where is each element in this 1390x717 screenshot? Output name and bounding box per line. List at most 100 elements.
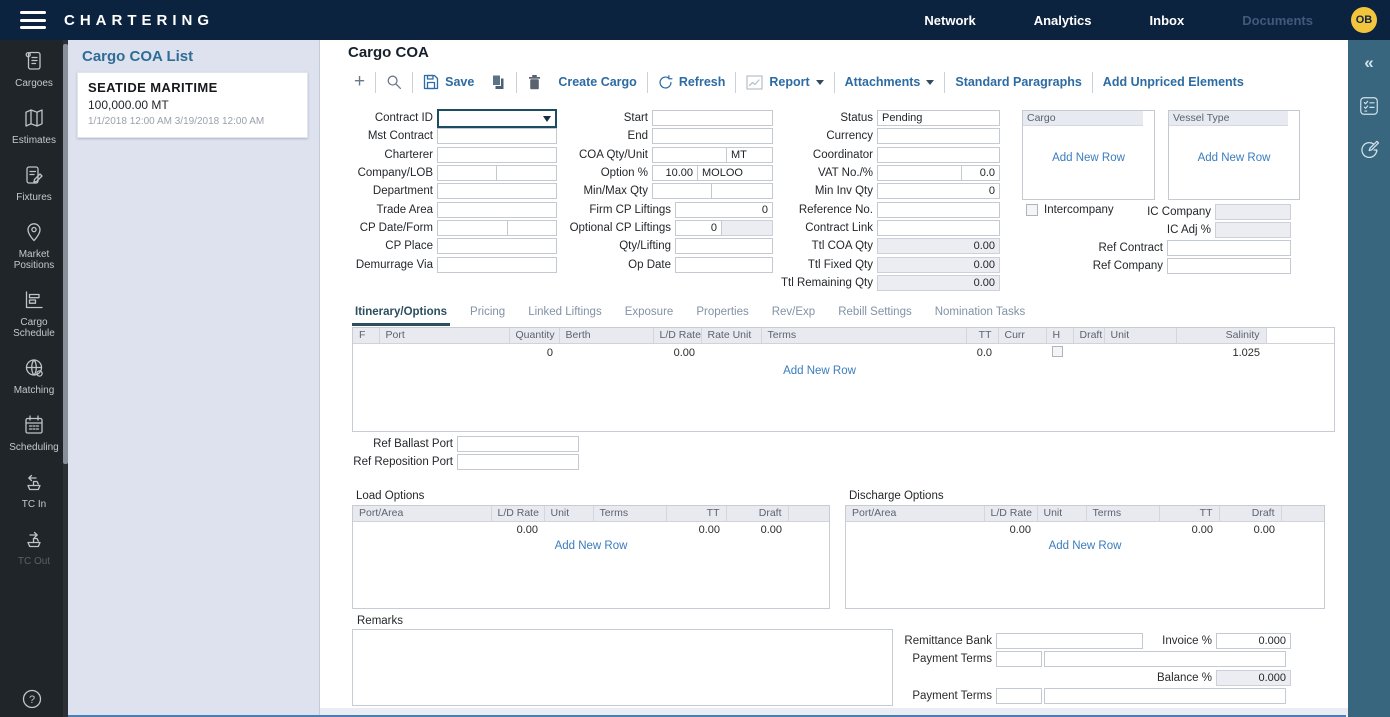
itinerary-h-checkbox[interactable] [1052,346,1063,357]
attachments-button[interactable]: Attachments [837,75,943,89]
demurrage-via-field[interactable] [437,257,557,273]
charterer-field[interactable] [437,147,557,163]
matching-globe-icon [22,356,46,380]
mst-contract-field[interactable] [437,128,557,144]
collapse-panel-icon[interactable]: « [1356,50,1382,76]
nav-inbox[interactable]: Inbox [1150,13,1185,28]
nav-network[interactable]: Network [924,13,975,28]
search-button[interactable] [378,74,410,90]
add-unpriced-elements-button[interactable]: Add Unpriced Elements [1095,75,1252,89]
ic-adj-pct-field [1215,222,1291,238]
tab-linked-liftings[interactable]: Linked Liftings [525,304,605,326]
sidebar-item-cargo-schedule[interactable]: Cargo Schedule [0,279,68,347]
help-icon[interactable]: ? [0,687,63,711]
remittance-bank-field[interactable] [996,633,1143,649]
add-button[interactable]: + [346,73,373,91]
qty-lifting-field[interactable] [675,238,773,254]
status-field[interactable] [877,110,1000,126]
ref-company-field[interactable] [1167,258,1291,274]
tab-nomination-tasks[interactable]: Nomination Tasks [932,304,1029,326]
tab-pricing[interactable]: Pricing [467,304,508,326]
vat-no-field[interactable] [877,165,962,181]
tab-itinerary-options[interactable]: Itinerary/Options [352,304,450,326]
payment-terms-2-desc-field[interactable] [1044,688,1286,704]
payment-terms-1-desc-field[interactable] [1044,651,1286,667]
sidebar-item-matching[interactable]: Matching [0,347,68,404]
optional-cp-liftings-field[interactable] [675,220,722,236]
compose-edit-icon[interactable] [1356,136,1382,162]
sidebar-item-scheduling[interactable]: Scheduling [0,404,68,461]
ref-reposition-port-field[interactable] [457,454,579,470]
cp-place-field[interactable] [437,238,557,254]
load-options-add-new-row[interactable]: Add New Row [353,540,829,552]
tab-exposure[interactable]: Exposure [622,304,677,326]
itinerary-quantity: 0 [509,343,559,362]
sidebar-item-label: Fixtures [16,192,52,203]
firm-cp-liftings-field[interactable] [675,202,773,218]
tab-properties[interactable]: Properties [693,304,751,326]
sidebar-item-label: Matching [14,385,55,396]
min-inv-qty-field[interactable] [877,183,1000,199]
cargoes-scroll-icon [22,49,46,73]
vat-pct-field[interactable] [962,165,1000,181]
min-qty-field[interactable] [652,183,712,199]
op-date-field[interactable] [675,257,773,273]
reference-no-field[interactable] [877,202,1000,218]
nav-documents[interactable]: Documents [1242,13,1313,28]
sidebar-item-cargoes[interactable]: Cargoes [0,40,68,97]
start-field[interactable] [652,110,773,126]
intercompany-row: Intercompany [1026,204,1114,216]
sidebar-item-tc-in[interactable]: TC In [0,461,68,518]
tab-rev-exp[interactable]: Rev/Exp [769,304,818,326]
tasks-checklist-icon[interactable] [1356,93,1382,119]
copy-button[interactable] [482,74,514,90]
vessel-type-grid-header: Vessel Type [1169,111,1288,126]
payment-terms-2-code-field[interactable] [996,688,1042,704]
discharge-options-data-row[interactable]: 0.00 0.00 0.00 [846,521,1324,538]
trade-area-field[interactable] [437,202,557,218]
user-avatar[interactable]: OB [1351,7,1377,33]
refresh-button[interactable]: Refresh [650,75,734,90]
end-field[interactable] [652,128,773,144]
contract-id-dropdown[interactable] [437,109,557,128]
ref-ballast-port-field[interactable] [457,436,579,452]
load-options-table: Port/Area L/D Rate Unit Terms TT Draft 0… [352,505,830,609]
save-button[interactable]: Save [415,74,482,90]
department-field[interactable] [437,183,557,199]
sidebar-item-tc-out[interactable]: TC Out [0,518,68,575]
discharge-options-add-new-row[interactable]: Add New Row [846,540,1324,552]
vessel-type-add-new-row[interactable]: Add New Row [1169,152,1299,164]
invoice-pct-field[interactable] [1216,633,1291,649]
caret-down-icon [926,80,934,89]
payment-terms-1-code-field[interactable] [996,651,1042,667]
itinerary-salinity: 1.025 [1176,343,1266,362]
remarks-textarea[interactable] [352,629,893,706]
sidebar-item-fixtures[interactable]: Fixtures [0,154,68,211]
cargo-grid-header: Cargo [1023,111,1143,126]
tc-out-ship-icon [22,527,46,551]
report-button[interactable]: Report [738,75,831,90]
itinerary-add-new-row[interactable]: Add New Row [353,365,1286,377]
delete-button[interactable] [519,74,550,90]
tab-rebill-settings[interactable]: Rebill Settings [835,304,915,326]
company-field[interactable] [437,165,497,181]
sidebar-item-market-positions[interactable]: Market Positions [0,211,68,279]
cargo-add-new-row[interactable]: Add New Row [1023,152,1154,164]
sidebar-item-estimates[interactable]: Estimates [0,97,68,154]
itinerary-data-row[interactable]: 0 0.00 0.0 1.025 [353,343,1334,362]
standard-paragraphs-button[interactable]: Standard Paragraphs [947,75,1089,89]
nav-analytics[interactable]: Analytics [1034,13,1092,28]
ref-contract-field[interactable] [1167,240,1291,256]
sidebar-item-label: Cargoes [15,78,53,89]
coordinator-field[interactable] [877,147,1000,163]
load-options-data-row[interactable]: 0.00 0.00 0.00 [353,521,829,538]
cp-date-field[interactable] [437,220,508,236]
create-cargo-button[interactable]: Create Cargo [550,75,645,89]
option-pct-field[interactable] [652,165,698,181]
contract-link-field[interactable] [877,220,1000,236]
coa-list-item[interactable]: SEATIDE MARITIME 100,000.00 MT 1/1/2018 … [77,72,308,138]
menu-icon[interactable] [20,11,50,29]
coa-qty-field[interactable] [652,147,727,163]
intercompany-checkbox[interactable] [1026,204,1038,216]
currency-field[interactable] [877,128,1000,144]
